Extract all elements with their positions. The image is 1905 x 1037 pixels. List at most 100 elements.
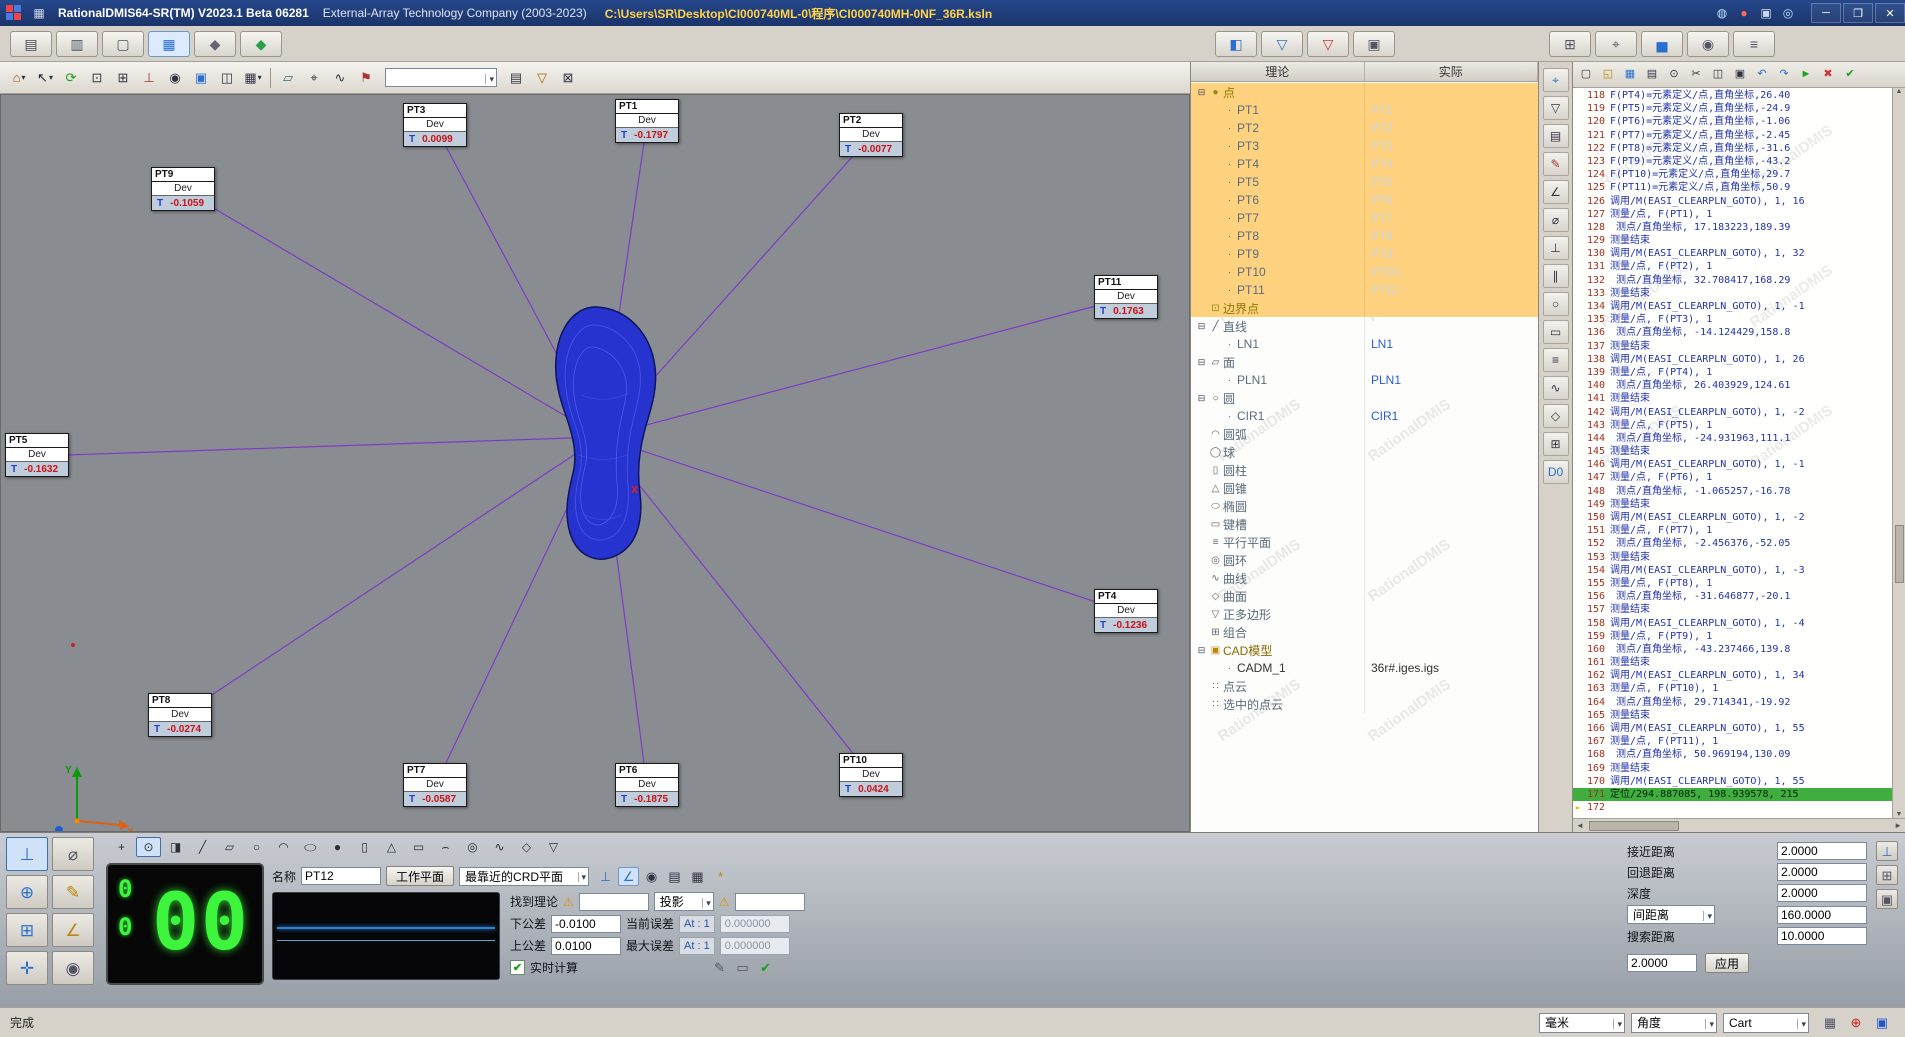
units-length-dropdown[interactable]: 毫米 (1539, 1013, 1625, 1033)
confirm-icon[interactable]: ✔ (755, 958, 776, 977)
program-line-138[interactable]: 138调用/M(EASI_CLEARPLN_GOTO), 1, 26 (1573, 353, 1892, 366)
program-line-120[interactable]: 120F(PT6)=元素定义/点,直角坐标,-1.06 (1573, 115, 1892, 128)
grid-display-icon[interactable]: ▦▾ (241, 67, 265, 89)
program-line-145[interactable]: 145测量结束 (1573, 445, 1892, 458)
retract-distance-input[interactable] (1777, 863, 1867, 881)
geo-point-icon[interactable]: + (109, 837, 134, 857)
render-mode-icon[interactable]: ▣ (189, 67, 213, 89)
tree-row-圆弧[interactable]: ◠圆弧 (1191, 425, 1538, 443)
program-line-140[interactable]: 140测点/直角坐标, 26.403929,124.61 (1573, 379, 1892, 392)
filter-clear-icon[interactable]: ▽ (1307, 31, 1349, 57)
probe-position-icon[interactable]: ⊥ (137, 67, 161, 89)
tree-row-圆柱[interactable]: ▯圆柱 (1191, 461, 1538, 479)
vector-probe-icon[interactable]: ⊥ (595, 867, 616, 886)
collapse-icon[interactable]: ⊟ (1195, 393, 1208, 404)
deviation-callout-PT7[interactable]: PT7DevT-0.0587 (403, 763, 467, 807)
geo-measured-point-icon[interactable]: ⊙ (136, 837, 161, 857)
program-line-126[interactable]: 126调用/M(EASI_CLEARPLN_GOTO), 1, 16 (1573, 195, 1892, 208)
tab-machine-view[interactable]: ▥ (56, 31, 98, 57)
undo-icon[interactable]: ↶ (1752, 65, 1772, 84)
program-line-159[interactable]: 159测量/点, F(PT9), 1 (1573, 630, 1892, 643)
cad-model-sole[interactable] (556, 307, 656, 559)
datum-zero-icon[interactable]: D0 (1543, 460, 1569, 484)
program-line-153[interactable]: 153测量结束 (1573, 551, 1892, 564)
program-line-161[interactable]: 161测量结束 (1573, 656, 1892, 669)
circle-tool-icon[interactable]: ○ (1543, 292, 1569, 316)
remote-user-icon[interactable]: ◍ (1712, 4, 1732, 22)
theory-filter-icon[interactable]: ▽ (1543, 96, 1569, 120)
collapse-icon[interactable]: ⊟ (1195, 87, 1208, 98)
projection-input[interactable] (735, 893, 805, 911)
tree-row-PT1[interactable]: ·PT1PT1 (1191, 101, 1538, 119)
filter-edit-icon[interactable]: ▽ (530, 67, 554, 89)
chart-icon[interactable]: ▅ (1641, 31, 1683, 57)
program-line-169[interactable]: 169测量结束 (1573, 762, 1892, 775)
tree-row-PT9[interactable]: ·PT9PT9 (1191, 245, 1538, 263)
snap-point-icon[interactable]: ⌖ (302, 67, 326, 89)
program-line-144[interactable]: 144测点/直角坐标, -24.931963,111.1 (1573, 432, 1892, 445)
tree-row-CIR1[interactable]: ·CIR1CIR1 (1191, 407, 1538, 425)
tree-row-曲线[interactable]: ∿曲线 (1191, 569, 1538, 587)
probe-config-button[interactable]: ⊕ (6, 875, 48, 909)
program-line-154[interactable]: 154调用/M(EASI_CLEARPLN_GOTO), 1, -3 (1573, 564, 1892, 577)
diameter-icon[interactable]: ⌀ (1543, 208, 1569, 232)
geo-ellipse-icon[interactable]: ◯ (298, 837, 323, 857)
units-angle-dropdown[interactable]: 角度 (1631, 1013, 1717, 1033)
new-program-icon[interactable]: ▢ (1576, 65, 1596, 84)
run-program-icon[interactable]: ► (1796, 65, 1816, 84)
grid-status-icon[interactable]: ▦ (1818, 1012, 1842, 1034)
program-line-149[interactable]: 149测量结束 (1573, 498, 1892, 511)
deviation-callout-PT9[interactable]: PT9DevT-0.1059 (151, 167, 215, 211)
tree-row-PT2[interactable]: ·PT2PT2 (1191, 119, 1538, 137)
geo-cone-icon[interactable]: △ (379, 837, 404, 857)
joystick-button[interactable]: ◉ (52, 951, 94, 985)
program-line-172[interactable]: ►172 (1573, 801, 1892, 814)
tool-edit-button[interactable]: ✎ (52, 875, 94, 909)
print-preview-icon[interactable]: ▤ (10, 31, 52, 57)
refresh-icon[interactable]: ⟳ (59, 67, 83, 89)
tree-row-组合[interactable]: ⊞组合 (1191, 623, 1538, 641)
collapse-icon[interactable]: ⊟ (1195, 321, 1208, 332)
surface-tool-icon[interactable]: ◇ (1543, 404, 1569, 428)
maximize-button[interactable]: ❐ (1843, 3, 1873, 23)
program-line-163[interactable]: 163测量/点, F(PT10), 1 (1573, 682, 1892, 695)
program-line-148[interactable]: 148测点/直角坐标, -1.065257,-16.78 (1573, 485, 1892, 498)
delete-line-icon[interactable]: ✖ (1818, 65, 1838, 84)
angle-measure-icon[interactable]: ∠ (1543, 180, 1569, 204)
tab-cad-view[interactable]: ◆ (240, 31, 282, 57)
menu-grid-icon[interactable]: ▦ (29, 4, 49, 22)
camera-icon[interactable]: ◉ (1687, 31, 1729, 57)
coordinate-system-dropdown[interactable]: Cart (1723, 1013, 1809, 1033)
program-line-170[interactable]: 170调用/M(EASI_CLEARPLN_GOTO), 1, 55 (1573, 775, 1892, 788)
viewport-3d[interactable]: Y X x PT1DevT-0.1797PT2DevT-0.0077PT3Dev… (0, 94, 1190, 832)
geo-slot-icon[interactable]: ▭ (406, 837, 431, 857)
program-listing[interactable]: 118F(PT4)=元素定义/点,直角坐标,26.40119F(PT5)=元素定… (1573, 88, 1892, 818)
check-syntax-icon[interactable]: ✔ (1840, 65, 1860, 84)
find-theory-input[interactable] (579, 893, 649, 911)
tree-row-PT6[interactable]: ·PT6PT6 (1191, 191, 1538, 209)
axis-move-button[interactable]: ✛ (6, 951, 48, 985)
tree-row-面[interactable]: ⊟▱面 (1191, 353, 1538, 371)
feature-name-input[interactable] (301, 867, 381, 885)
machine-status-icon[interactable]: ⊕ (1844, 1012, 1868, 1034)
paste-icon[interactable]: ▣ (1730, 65, 1750, 84)
tree-row-平行平面[interactable]: ≡平行平面 (1191, 533, 1538, 551)
tree-row-PT4[interactable]: ·PT4PT4 (1191, 155, 1538, 173)
scroll-up-icon[interactable]: ▲ (1896, 88, 1903, 95)
print-program-icon[interactable]: ▤ (1642, 65, 1662, 84)
upper-tolerance-input[interactable] (551, 937, 621, 955)
search-distance-input[interactable] (1777, 927, 1867, 945)
tree-row-PT5[interactable]: ·PT5PT5 (1191, 173, 1538, 191)
tree-row-CAD模型[interactable]: ⊟▣CAD模型 (1191, 641, 1538, 659)
program-line-168[interactable]: 168测点/直角坐标, 50.969194,130.09 (1573, 748, 1892, 761)
tree-row-PT3[interactable]: ·PT3PT3 (1191, 137, 1538, 155)
program-line-139[interactable]: 139测量/点, F(PT4), 1 (1573, 366, 1892, 379)
program-line-136[interactable]: 136测点/直角坐标, -14.124429,158.8 (1573, 326, 1892, 339)
toolbar-combobox[interactable] (385, 68, 497, 87)
geo-curve-icon[interactable]: ∿ (487, 837, 512, 857)
approach-distance-input[interactable] (1777, 842, 1867, 860)
coordinate-button[interactable]: ⊞ (6, 913, 48, 947)
spacing-dropdown[interactable]: 间距离 (1627, 905, 1715, 924)
probe-filter-icon[interactable]: ▽ (1261, 31, 1303, 57)
tree-row-PT10[interactable]: ·PT10PT10 (1191, 263, 1538, 281)
